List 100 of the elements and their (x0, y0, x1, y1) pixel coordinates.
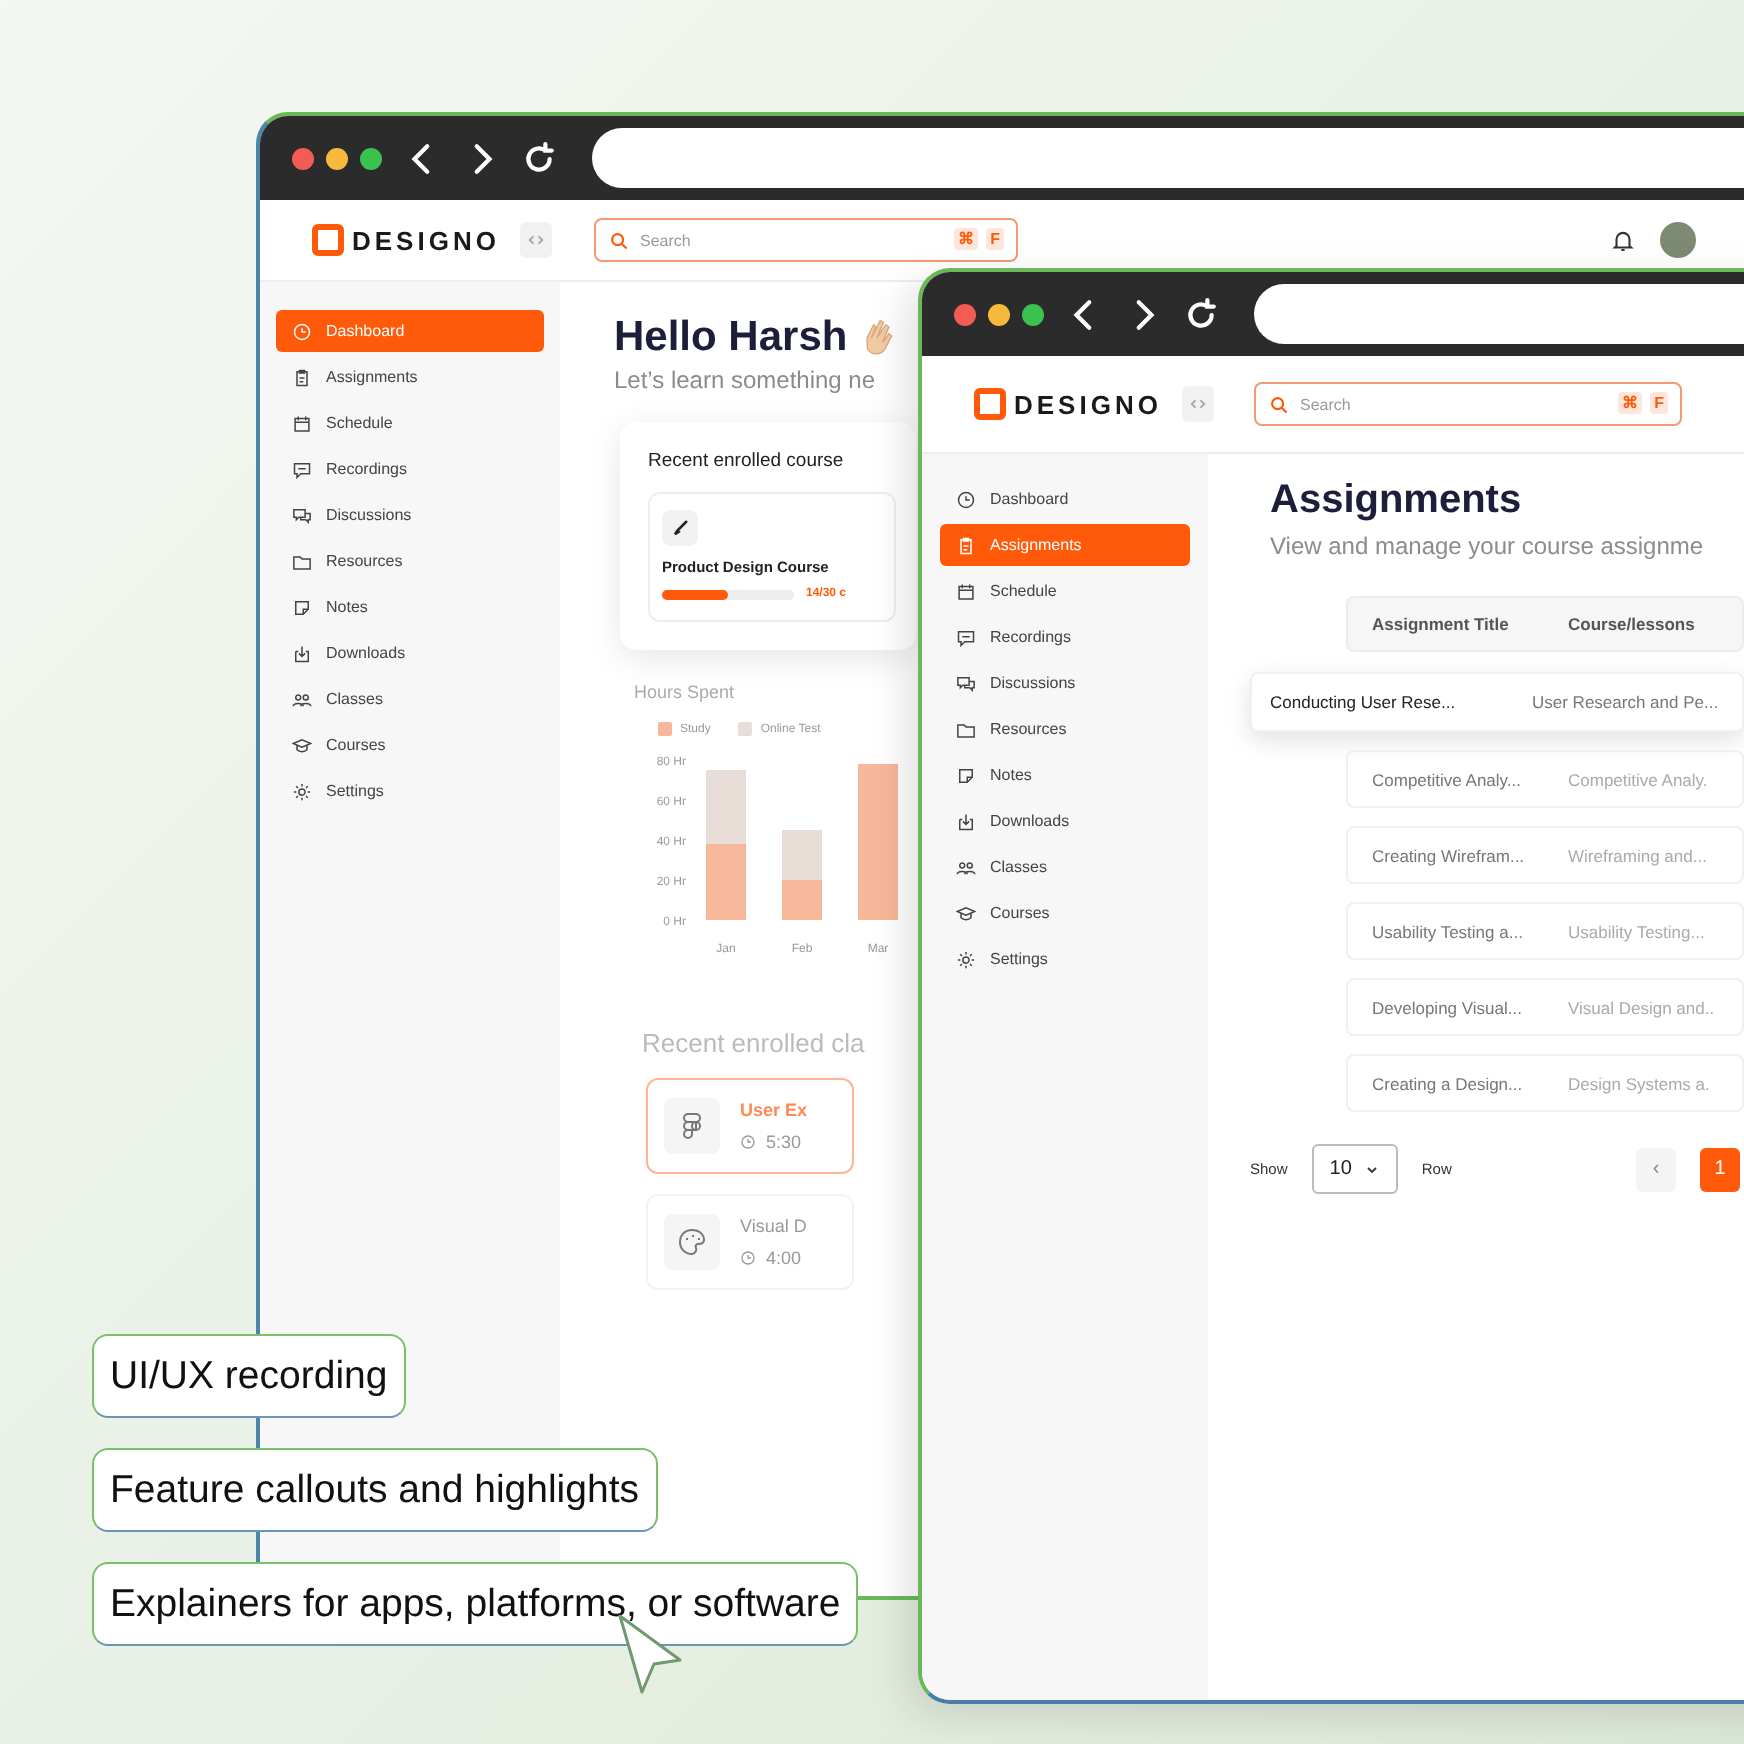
collapse-toggle[interactable] (520, 222, 552, 258)
avatar[interactable] (1660, 222, 1696, 258)
table-row[interactable]: Creating Wirefram... Wireframing and... (1346, 826, 1744, 884)
table-cell-text: Design Systems a. (1566, 1073, 1710, 1093)
page-title: Assignments (1270, 478, 1522, 524)
table-cell-text: User Research and Pe... (1530, 692, 1719, 712)
maximize-dot[interactable] (1022, 303, 1044, 325)
table-row[interactable]: Developing Visual... Visual Design and.. (1346, 978, 1744, 1036)
folder-icon (292, 551, 312, 571)
bell-icon[interactable] (1610, 227, 1636, 253)
people-icon (292, 689, 312, 709)
callout-label: Feature callouts and highlights (92, 1448, 657, 1532)
people-icon (956, 857, 976, 877)
table-cell-text: Creating a Design... (1370, 1073, 1525, 1093)
section-title: Hours Spent (634, 682, 735, 702)
chevrons-icon (526, 230, 546, 250)
table-row[interactable]: Creating a Design... Design Systems a. (1346, 1054, 1744, 1112)
clock-icon (292, 321, 312, 341)
search-icon (1268, 393, 1290, 415)
table-row[interactable]: Conducting User Rese... User Research and Pe... (1250, 672, 1744, 732)
chat-icon (956, 627, 976, 647)
sidebar-item[interactable]: Discussions (276, 494, 544, 536)
download-icon (292, 643, 312, 663)
table-cell-text: Creating Wirefram... (1370, 845, 1527, 865)
sidebar-item[interactable]: Downloads (940, 800, 1190, 842)
collapse-toggle[interactable] (1182, 386, 1214, 422)
sidebar-item[interactable]: Resources (276, 540, 544, 582)
clock-icon (740, 1134, 756, 1150)
shortcut-key: F (986, 228, 1004, 250)
table-row[interactable]: Competitive Analy... Competitive Analy. (1346, 750, 1744, 808)
logo-icon (312, 224, 344, 256)
sidebar-item[interactable]: Recordings (940, 616, 1190, 658)
calendar-icon (956, 581, 976, 601)
sidebar-item[interactable]: Courses (276, 724, 544, 766)
graduation-cap-icon (956, 903, 976, 923)
clipboard-icon (956, 535, 976, 555)
palette-icon (676, 1226, 708, 1258)
sidebar-item[interactable]: Schedule (940, 570, 1190, 612)
greeting-subtitle: Let’s learn something ne (614, 366, 876, 394)
search-icon (608, 229, 630, 251)
close-dot[interactable] (292, 147, 314, 169)
sidebar-item[interactable]: Classes (940, 846, 1190, 888)
minimize-dot[interactable] (326, 147, 348, 169)
sidebar-item[interactable]: Settings (940, 938, 1190, 980)
chart-bar (782, 880, 822, 920)
rows-dropdown[interactable]: 10 (1311, 1144, 1398, 1194)
sidebar-item[interactable]: Recordings (276, 448, 544, 490)
table-cell-text: Visual Design and.. (1566, 997, 1715, 1017)
class-time: 5:30 (766, 1132, 802, 1152)
column-header: Assignment Title (1370, 614, 1511, 634)
table-cell-text: Wireframing and... (1566, 845, 1707, 865)
close-dot[interactable] (954, 303, 976, 325)
logo-text: DESIGNO (1014, 389, 1162, 419)
sidebar-item[interactable]: Schedule (276, 402, 544, 444)
logo-text: DESIGNO (352, 225, 500, 255)
sidebar-item[interactable]: Courses (940, 892, 1190, 934)
reload-icon[interactable] (1184, 297, 1218, 331)
chart-bar (782, 830, 822, 880)
logo-icon (974, 388, 1006, 420)
chat-icon (292, 459, 312, 479)
calendar-icon (292, 413, 312, 433)
class-name: Visual D (740, 1216, 807, 1236)
class-name: User Ex (740, 1100, 808, 1120)
minimize-dot[interactable] (988, 303, 1010, 325)
download-icon (956, 811, 976, 831)
shortcut-key: F (1650, 392, 1668, 414)
graduation-cap-icon (292, 735, 312, 755)
chevrons-icon (1188, 394, 1208, 414)
reload-icon[interactable] (522, 141, 556, 175)
note-icon (956, 765, 976, 785)
note-icon (292, 597, 312, 617)
chart-bar (706, 770, 746, 844)
class-time: 4:00 (766, 1248, 802, 1268)
sidebar-item[interactable]: Downloads (276, 632, 544, 674)
greeting-title: Hello Harsh (614, 314, 848, 362)
table-cell-text: Usability Testing... (1566, 921, 1705, 941)
sidebar-item[interactable]: Notes (940, 754, 1190, 796)
maximize-dot[interactable] (360, 147, 382, 169)
sidebar-item[interactable]: Settings (276, 770, 544, 812)
folder-icon (956, 719, 976, 739)
chevron-down-icon (1363, 1161, 1380, 1177)
shortcut-key: ⌘ (954, 228, 979, 250)
table-cell-text: Competitive Analy. (1566, 769, 1708, 789)
sidebar-item[interactable]: Dashboard (940, 478, 1190, 520)
table-cell-text: Usability Testing a... (1370, 921, 1525, 941)
gear-icon (292, 781, 312, 801)
chats-icon (292, 505, 312, 525)
sidebar-item[interactable]: Assignments (276, 356, 544, 398)
brush-icon (670, 518, 690, 538)
chats-icon (956, 673, 976, 693)
clock-icon (740, 1250, 756, 1266)
chart-bar (706, 844, 746, 920)
column-header: Course/lessons (1566, 614, 1695, 634)
sidebar-item[interactable]: Notes (276, 586, 544, 628)
sidebar-item[interactable]: Discussions (940, 662, 1190, 704)
sidebar-item[interactable]: Classes (276, 678, 544, 720)
shortcut-key: ⌘ (1618, 392, 1643, 414)
sidebar-item[interactable]: Resources (940, 708, 1190, 750)
table-row[interactable]: Usability Testing a... Usability Testing... (1346, 902, 1744, 960)
table-cell-text: Conducting User Rese... (1268, 692, 1458, 712)
